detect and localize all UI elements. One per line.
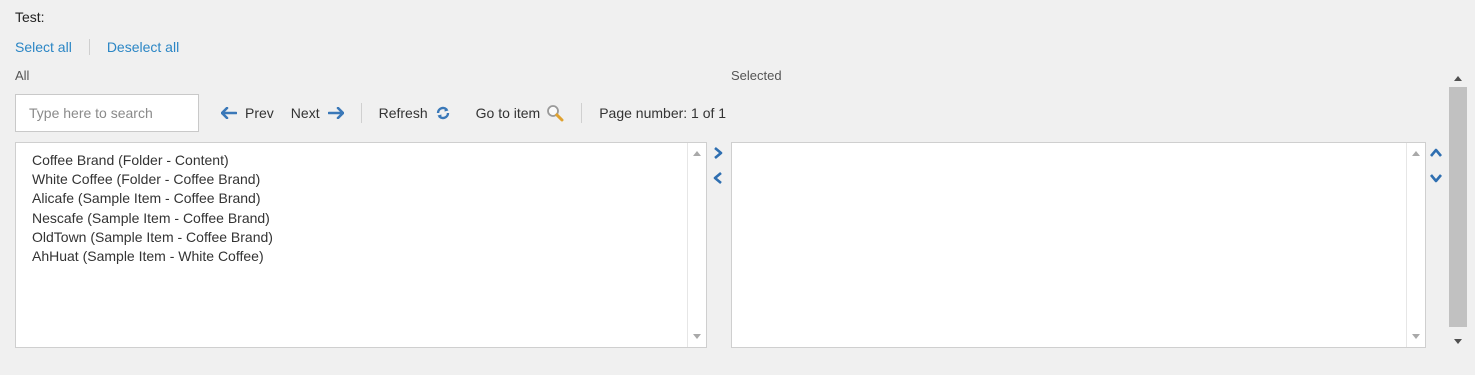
chevron-up-icon — [1430, 148, 1442, 157]
scrollbar-thumb[interactable] — [1449, 87, 1467, 327]
all-items: Coffee Brand (Folder - Content) White Co… — [16, 143, 706, 274]
chevron-left-icon — [713, 172, 722, 184]
move-down-button[interactable] — [1426, 168, 1446, 188]
selected-items-list[interactable] — [731, 142, 1426, 348]
refresh-label: Refresh — [378, 105, 428, 121]
list-item[interactable]: AhHuat (Sample Item - White Coffee) — [32, 247, 690, 266]
toolbar-separator — [360, 103, 362, 123]
move-up-button[interactable] — [1426, 143, 1446, 163]
page-number: Page number: 1 of 1 — [599, 105, 727, 121]
next-button[interactable]: Next — [291, 105, 344, 121]
remove-selected-button[interactable] — [708, 168, 728, 188]
refresh-icon — [436, 106, 449, 120]
list-item[interactable]: Alicafe (Sample Item - Coffee Brand) — [32, 189, 690, 208]
prev-button[interactable]: Prev — [221, 105, 274, 121]
all-items-list[interactable]: Coffee Brand (Folder - Content) White Co… — [15, 142, 707, 348]
list-item[interactable]: White Coffee (Folder - Coffee Brand) — [32, 170, 690, 189]
link-separator — [88, 39, 90, 55]
scroll-down-icon[interactable] — [1454, 339, 1462, 344]
list-item[interactable]: OldTown (Sample Item - Coffee Brand) — [32, 228, 690, 247]
search-input[interactable] — [15, 94, 199, 132]
deselect-all-link[interactable]: Deselect all — [107, 39, 179, 55]
chevron-down-icon — [1430, 174, 1442, 183]
field-label: Test: — [15, 9, 45, 25]
scroll-down-icon[interactable] — [1412, 334, 1420, 339]
selected-items — [732, 143, 1425, 159]
chevron-right-icon — [714, 147, 723, 159]
select-all-link[interactable]: Select all — [15, 39, 72, 55]
prev-label: Prev — [245, 105, 274, 121]
toolbar-separator — [581, 103, 583, 123]
list-item[interactable]: Nescafe (Sample Item - Coffee Brand) — [32, 209, 690, 228]
page-scrollbar[interactable] — [1449, 72, 1467, 348]
refresh-button[interactable]: Refresh — [379, 105, 451, 121]
all-column-label: All — [15, 68, 30, 83]
selected-column-label: Selected — [731, 68, 782, 83]
all-list-scrollbar[interactable] — [687, 143, 706, 347]
arrow-left-icon — [221, 107, 237, 119]
add-selected-button[interactable] — [708, 143, 728, 163]
arrow-right-icon — [327, 107, 344, 119]
scroll-down-icon[interactable] — [693, 334, 701, 339]
toolbar: Prev Next Refresh Go to item Page number… — [221, 101, 726, 125]
go-to-item-label: Go to item — [475, 105, 541, 121]
scroll-up-icon[interactable] — [693, 151, 701, 156]
magnifier-icon — [547, 105, 564, 122]
selected-list-scrollbar[interactable] — [1406, 143, 1425, 347]
go-to-item-button[interactable]: Go to item — [476, 104, 565, 122]
selection-links: Select all Deselect all — [15, 39, 179, 55]
scroll-up-icon[interactable] — [1412, 151, 1420, 156]
next-label: Next — [290, 105, 320, 121]
scroll-up-icon[interactable] — [1454, 76, 1462, 81]
list-item[interactable]: Coffee Brand (Folder - Content) — [32, 151, 690, 170]
